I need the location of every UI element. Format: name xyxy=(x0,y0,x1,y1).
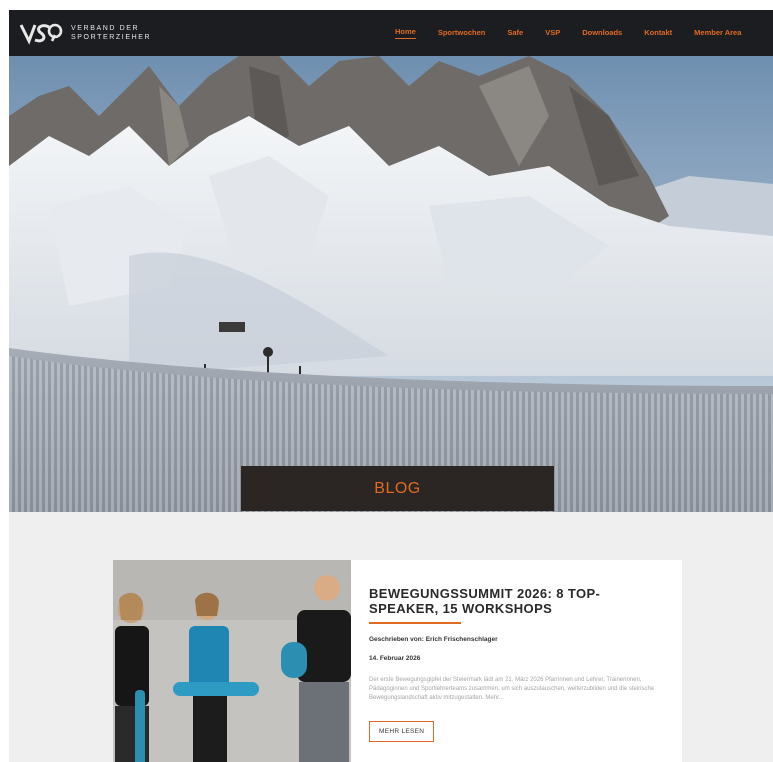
nav-item-vsp[interactable]: VSP xyxy=(545,28,560,39)
post-title[interactable]: BEWEGUNGSSUMMIT 2026: 8 TOP-SPEAKER, 15 … xyxy=(369,586,669,616)
page: VERBAND DER SPORTERZIEHER Home Sportwoch… xyxy=(9,10,773,762)
main-nav: Home Sportwochen Safe VSP Downloads Kont… xyxy=(395,10,763,56)
blog-post-card: BEWEGUNGSSUMMIT 2026: 8 TOP-SPEAKER, 15 … xyxy=(113,560,682,762)
brand-name: VERBAND DER SPORTERZIEHER xyxy=(71,24,151,42)
nav-item-sportwochen[interactable]: Sportwochen xyxy=(438,28,486,39)
blog-heading-box: BLOG xyxy=(241,466,554,511)
nav-item-kontakt[interactable]: Kontakt xyxy=(644,28,672,39)
post-content: BEWEGUNGSSUMMIT 2026: 8 TOP-SPEAKER, 15 … xyxy=(369,586,669,742)
nav-item-home[interactable]: Home xyxy=(395,27,416,39)
title-underline xyxy=(369,622,461,624)
read-more-button[interactable]: MEHR LESEN xyxy=(369,721,435,742)
nav-item-downloads[interactable]: Downloads xyxy=(582,28,622,39)
people-with-yoga-mats-image xyxy=(113,560,351,762)
nav-item-safe[interactable]: Safe xyxy=(507,28,523,39)
post-author: Geschrieben von: Erich Frischenschlager xyxy=(369,636,498,643)
page-title: BLOG xyxy=(374,479,421,497)
brand-line-2: SPORTERZIEHER xyxy=(71,34,152,41)
hero-banner: BLOG xyxy=(9,56,773,512)
post-excerpt: Der erste Bewegungsgipfel der Steiermark… xyxy=(369,677,655,701)
post-image[interactable] xyxy=(113,560,351,762)
vsp-logo-icon xyxy=(19,23,63,45)
site-header: VERBAND DER SPORTERZIEHER Home Sportwoch… xyxy=(9,10,773,56)
nav-item-member-area[interactable]: Member Area xyxy=(694,28,741,39)
mountain-ski-slope-image xyxy=(9,56,773,512)
post-date: 14. Februar 2026 xyxy=(369,655,421,662)
site-logo[interactable]: VERBAND DER SPORTERZIEHER xyxy=(19,19,169,47)
brand-line-1: VERBAND DER xyxy=(71,25,140,32)
